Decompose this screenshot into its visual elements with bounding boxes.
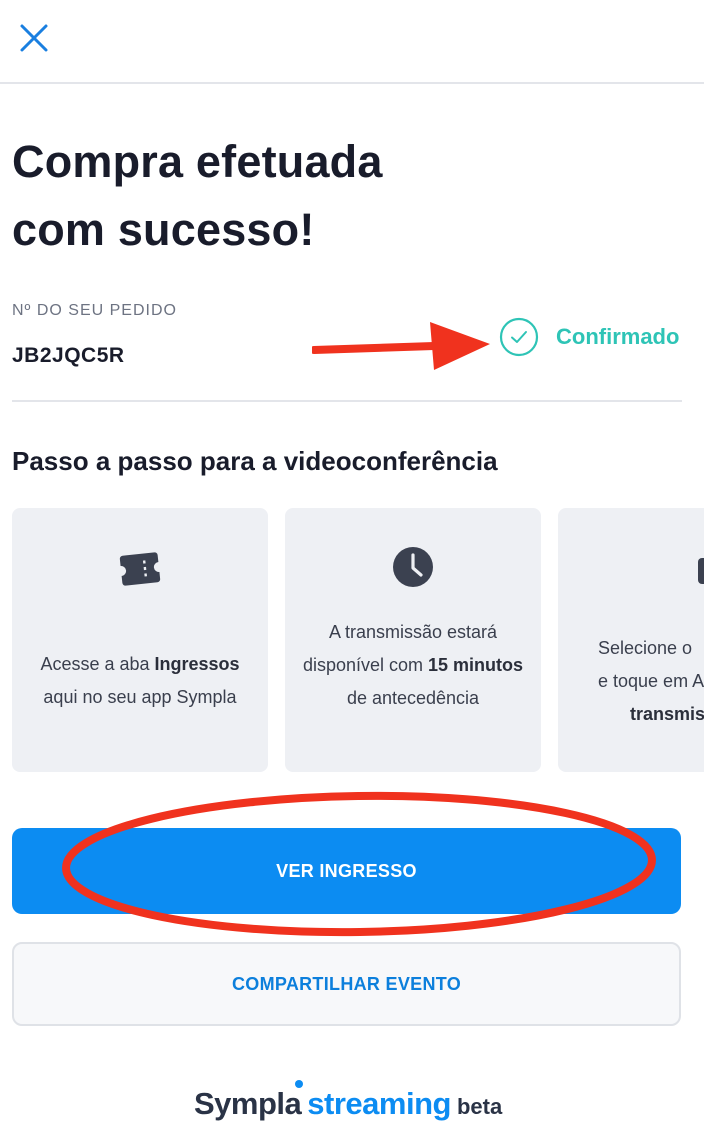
video-icon [696,548,704,594]
title-line-2: com sucesso! [12,204,315,255]
steps-carousel[interactable]: Acesse a aba Ingressos aqui no seu app S… [12,508,704,774]
title-line-1: Compra efetuada [12,136,383,187]
view-ticket-button[interactable]: VER INGRESSO [12,828,681,914]
close-button[interactable] [14,18,54,58]
close-icon[interactable] [19,23,49,53]
step-card-ingressos[interactable]: Acesse a aba Ingressos aqui no seu app S… [12,508,268,772]
divider [12,400,682,402]
step-text-2: A transmissão estará disponível com 15 m… [302,622,524,708]
step-text-1: Acesse a aba Ingressos aqui no seu app S… [40,654,240,707]
step-card-transmissao[interactable]: A transmissão estará disponível com 15 m… [285,508,541,772]
brand-sympla: Sympla [194,1080,304,1122]
steps-title: Passo a passo para a videoconferência [12,446,498,476]
status-label: Confirmado [556,324,680,349]
brand-beta: beta [456,1094,503,1119]
clock-icon [390,544,436,590]
share-event-button[interactable]: COMPARTILHAR EVENTO [12,942,681,1026]
order-number: JB2JQC5R [12,344,125,367]
step-card-video[interactable]: Selecione oe toque em Atransmis [558,508,704,772]
sympla-streaming-logo: Sympla streaming beta [194,1080,503,1122]
order-status: Confirmado [498,316,679,358]
annotation-arrow [312,322,490,370]
ticket-icon [117,546,163,592]
check-circle-icon [499,317,539,357]
order-number-label: Nº DO SEU PEDIDO [12,302,177,319]
top-bar [0,0,704,84]
page-title: Compra efetuada com sucesso! [12,128,532,264]
step-text-3: Selecione oe toque em Atransmis [598,638,704,724]
brand-streaming: streaming [307,1086,451,1121]
